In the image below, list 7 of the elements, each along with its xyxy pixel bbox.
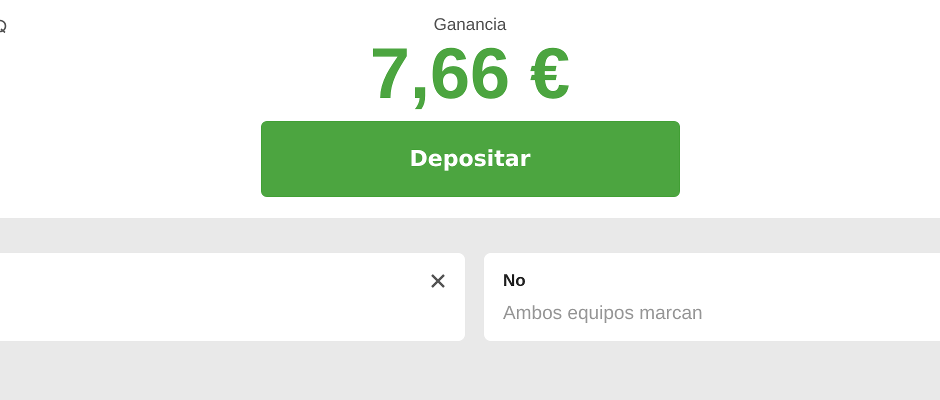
selection-title: No (503, 271, 527, 291)
close-icon[interactable] (430, 273, 446, 289)
profit-amount: 7,66 € (370, 34, 570, 114)
selection-market: Ambos equipos marcan (503, 303, 703, 325)
profit-label: Ganancia (434, 15, 506, 35)
deposit-button[interactable]: Depositar (260, 121, 680, 197)
circle-icon[interactable] (0, 19, 7, 33)
